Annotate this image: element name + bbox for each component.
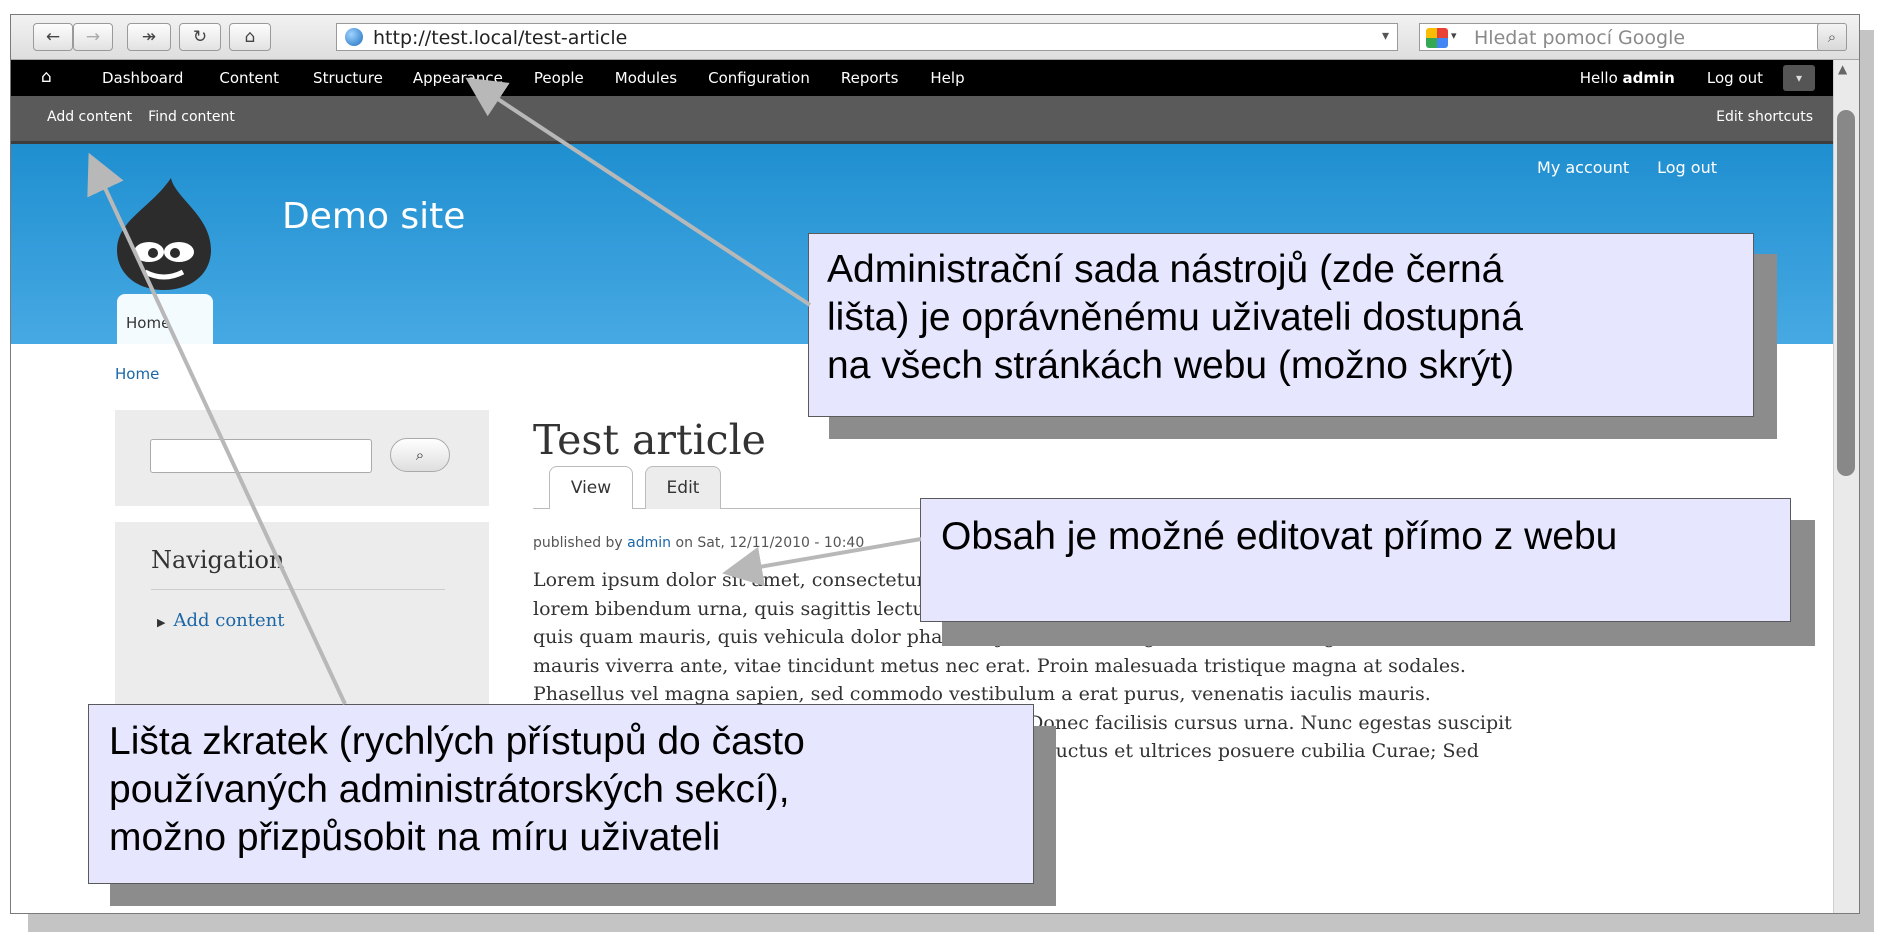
arrow-to-admin-toolbar bbox=[465, 77, 812, 307]
arrow-to-edit-tab bbox=[722, 537, 922, 587]
arrow-to-shortcut-bar bbox=[87, 152, 347, 705]
callout-arrows bbox=[87, 77, 922, 705]
